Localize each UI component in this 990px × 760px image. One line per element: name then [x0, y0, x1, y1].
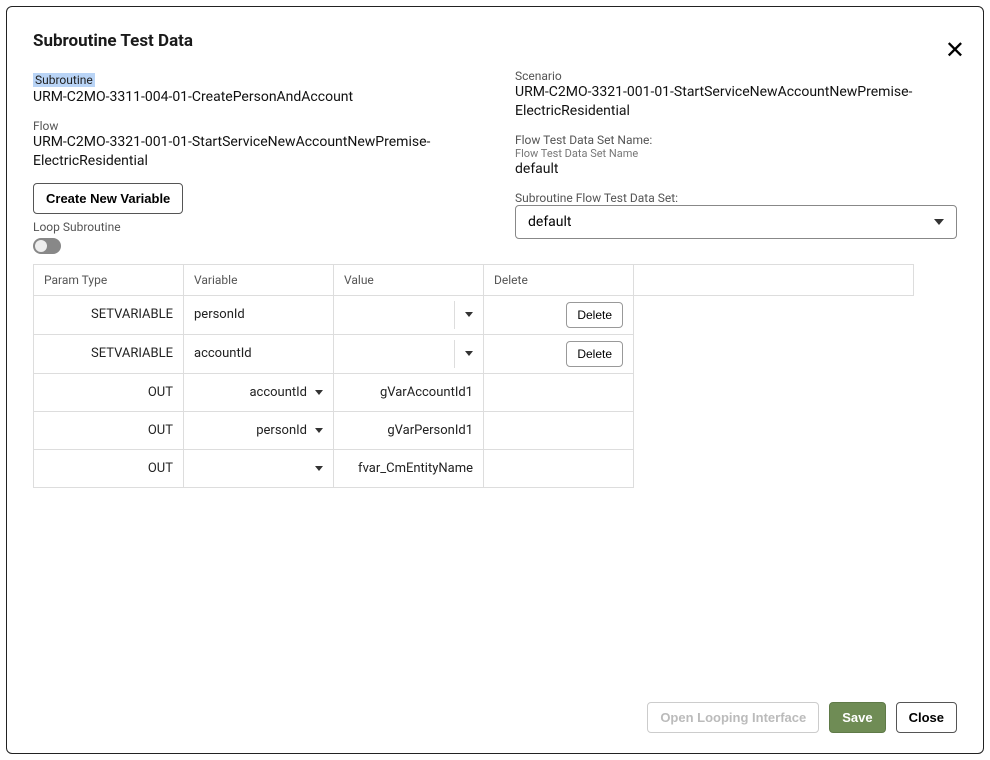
- chevron-down-icon: [315, 428, 323, 433]
- value-dropdown-icon[interactable]: [454, 340, 477, 368]
- variable-text: accountId: [194, 346, 252, 361]
- cell-value[interactable]: [334, 295, 484, 334]
- cell-value[interactable]: [334, 334, 484, 373]
- save-button[interactable]: Save: [829, 702, 885, 733]
- cell-variable-select[interactable]: [184, 449, 334, 487]
- delete-button[interactable]: Delete: [566, 341, 623, 367]
- scenario-value: URM-C2MO-3321-001-01-StartServiceNewAcco…: [515, 83, 957, 121]
- cell-value[interactable]: gVarAccountId1: [334, 373, 484, 411]
- cell-delete: Delete: [484, 295, 634, 334]
- cell-filler: [634, 295, 914, 334]
- chevron-down-icon: [934, 219, 944, 225]
- chevron-down-icon: [465, 312, 473, 317]
- flow-label: Flow: [33, 119, 475, 133]
- create-new-variable-button[interactable]: Create New Variable: [33, 183, 183, 214]
- table-row: OUT fvar_CmEntityName: [34, 449, 914, 487]
- cell-variable-select[interactable]: personId: [184, 411, 334, 449]
- subroutine-label: Subroutine: [33, 73, 95, 87]
- close-button[interactable]: Close: [896, 702, 957, 733]
- cell-delete: [484, 411, 634, 449]
- cell-filler: [634, 411, 914, 449]
- chevron-down-icon: [465, 351, 473, 356]
- left-column: Subroutine URM-C2MO-3311-004-01-CreatePe…: [33, 69, 475, 254]
- cell-param-type: SETVARIABLE: [34, 334, 184, 373]
- cell-variable[interactable]: personId: [184, 295, 334, 334]
- subroutine-ftds-selected: default: [528, 214, 572, 230]
- variable-text: personId: [194, 307, 245, 322]
- flow-tds-name-label: Flow Test Data Set Name:: [515, 133, 957, 147]
- cell-delete: Delete: [484, 334, 634, 373]
- chevron-down-icon: [315, 466, 323, 471]
- cell-param-type: OUT: [34, 449, 184, 487]
- loop-subroutine-toggle[interactable]: [33, 238, 61, 254]
- open-looping-interface-button[interactable]: Open Looping Interface: [647, 702, 819, 733]
- chevron-down-icon: [315, 390, 323, 395]
- loop-subroutine-label: Loop Subroutine: [33, 220, 475, 234]
- subroutine-ftds-label: Subroutine Flow Test Data Set:: [515, 191, 957, 205]
- cell-filler: [634, 373, 914, 411]
- header-value: Value: [334, 264, 484, 295]
- table-row: OUT accountId gVarAccountId1: [34, 373, 914, 411]
- close-icon[interactable]: ✕: [945, 39, 965, 63]
- flow-value: URM-C2MO-3321-001-01-StartServiceNewAcco…: [33, 133, 475, 171]
- cell-param-type: OUT: [34, 411, 184, 449]
- params-table: Param Type Variable Value Delete SETVARI…: [33, 264, 914, 488]
- header-param-type: Param Type: [34, 264, 184, 295]
- delete-button[interactable]: Delete: [566, 302, 623, 328]
- variable-text: personId: [256, 423, 307, 438]
- header-variable: Variable: [184, 264, 334, 295]
- cell-param-type: OUT: [34, 373, 184, 411]
- header-delete: Delete: [484, 264, 634, 295]
- cell-value[interactable]: fvar_CmEntityName: [334, 449, 484, 487]
- cell-variable-select[interactable]: accountId: [184, 373, 334, 411]
- modal-subroutine-test-data: ✕ Subroutine Test Data Subroutine URM-C2…: [6, 6, 984, 754]
- right-column: Scenario URM-C2MO-3321-001-01-StartServi…: [515, 69, 957, 254]
- cell-value[interactable]: gVarPersonId1: [334, 411, 484, 449]
- cell-filler: [634, 334, 914, 373]
- cell-delete: [484, 449, 634, 487]
- info-columns: Subroutine URM-C2MO-3311-004-01-CreatePe…: [33, 69, 957, 254]
- flow-tds-name-value: default: [515, 160, 957, 179]
- table-row: OUT personId gVarPersonId1: [34, 411, 914, 449]
- modal-footer: Open Looping Interface Save Close: [33, 684, 957, 733]
- params-grid-area: Param Type Variable Value Delete SETVARI…: [33, 264, 957, 684]
- page-title: Subroutine Test Data: [33, 31, 957, 51]
- flow-tds-name-sublabel: Flow Test Data Set Name: [515, 147, 957, 160]
- scenario-label: Scenario: [515, 69, 957, 83]
- header-filler: [634, 264, 914, 295]
- cell-variable[interactable]: accountId: [184, 334, 334, 373]
- variable-text: accountId: [249, 385, 307, 400]
- subroutine-value: URM-C2MO-3311-004-01-CreatePersonAndAcco…: [33, 88, 475, 107]
- subroutine-ftds-select[interactable]: default: [515, 205, 957, 239]
- cell-delete: [484, 373, 634, 411]
- table-row: SETVARIABLE accountId Delete: [34, 334, 914, 373]
- cell-param-type: SETVARIABLE: [34, 295, 184, 334]
- cell-filler: [634, 449, 914, 487]
- value-dropdown-icon[interactable]: [454, 301, 477, 329]
- table-row: SETVARIABLE personId Delete: [34, 295, 914, 334]
